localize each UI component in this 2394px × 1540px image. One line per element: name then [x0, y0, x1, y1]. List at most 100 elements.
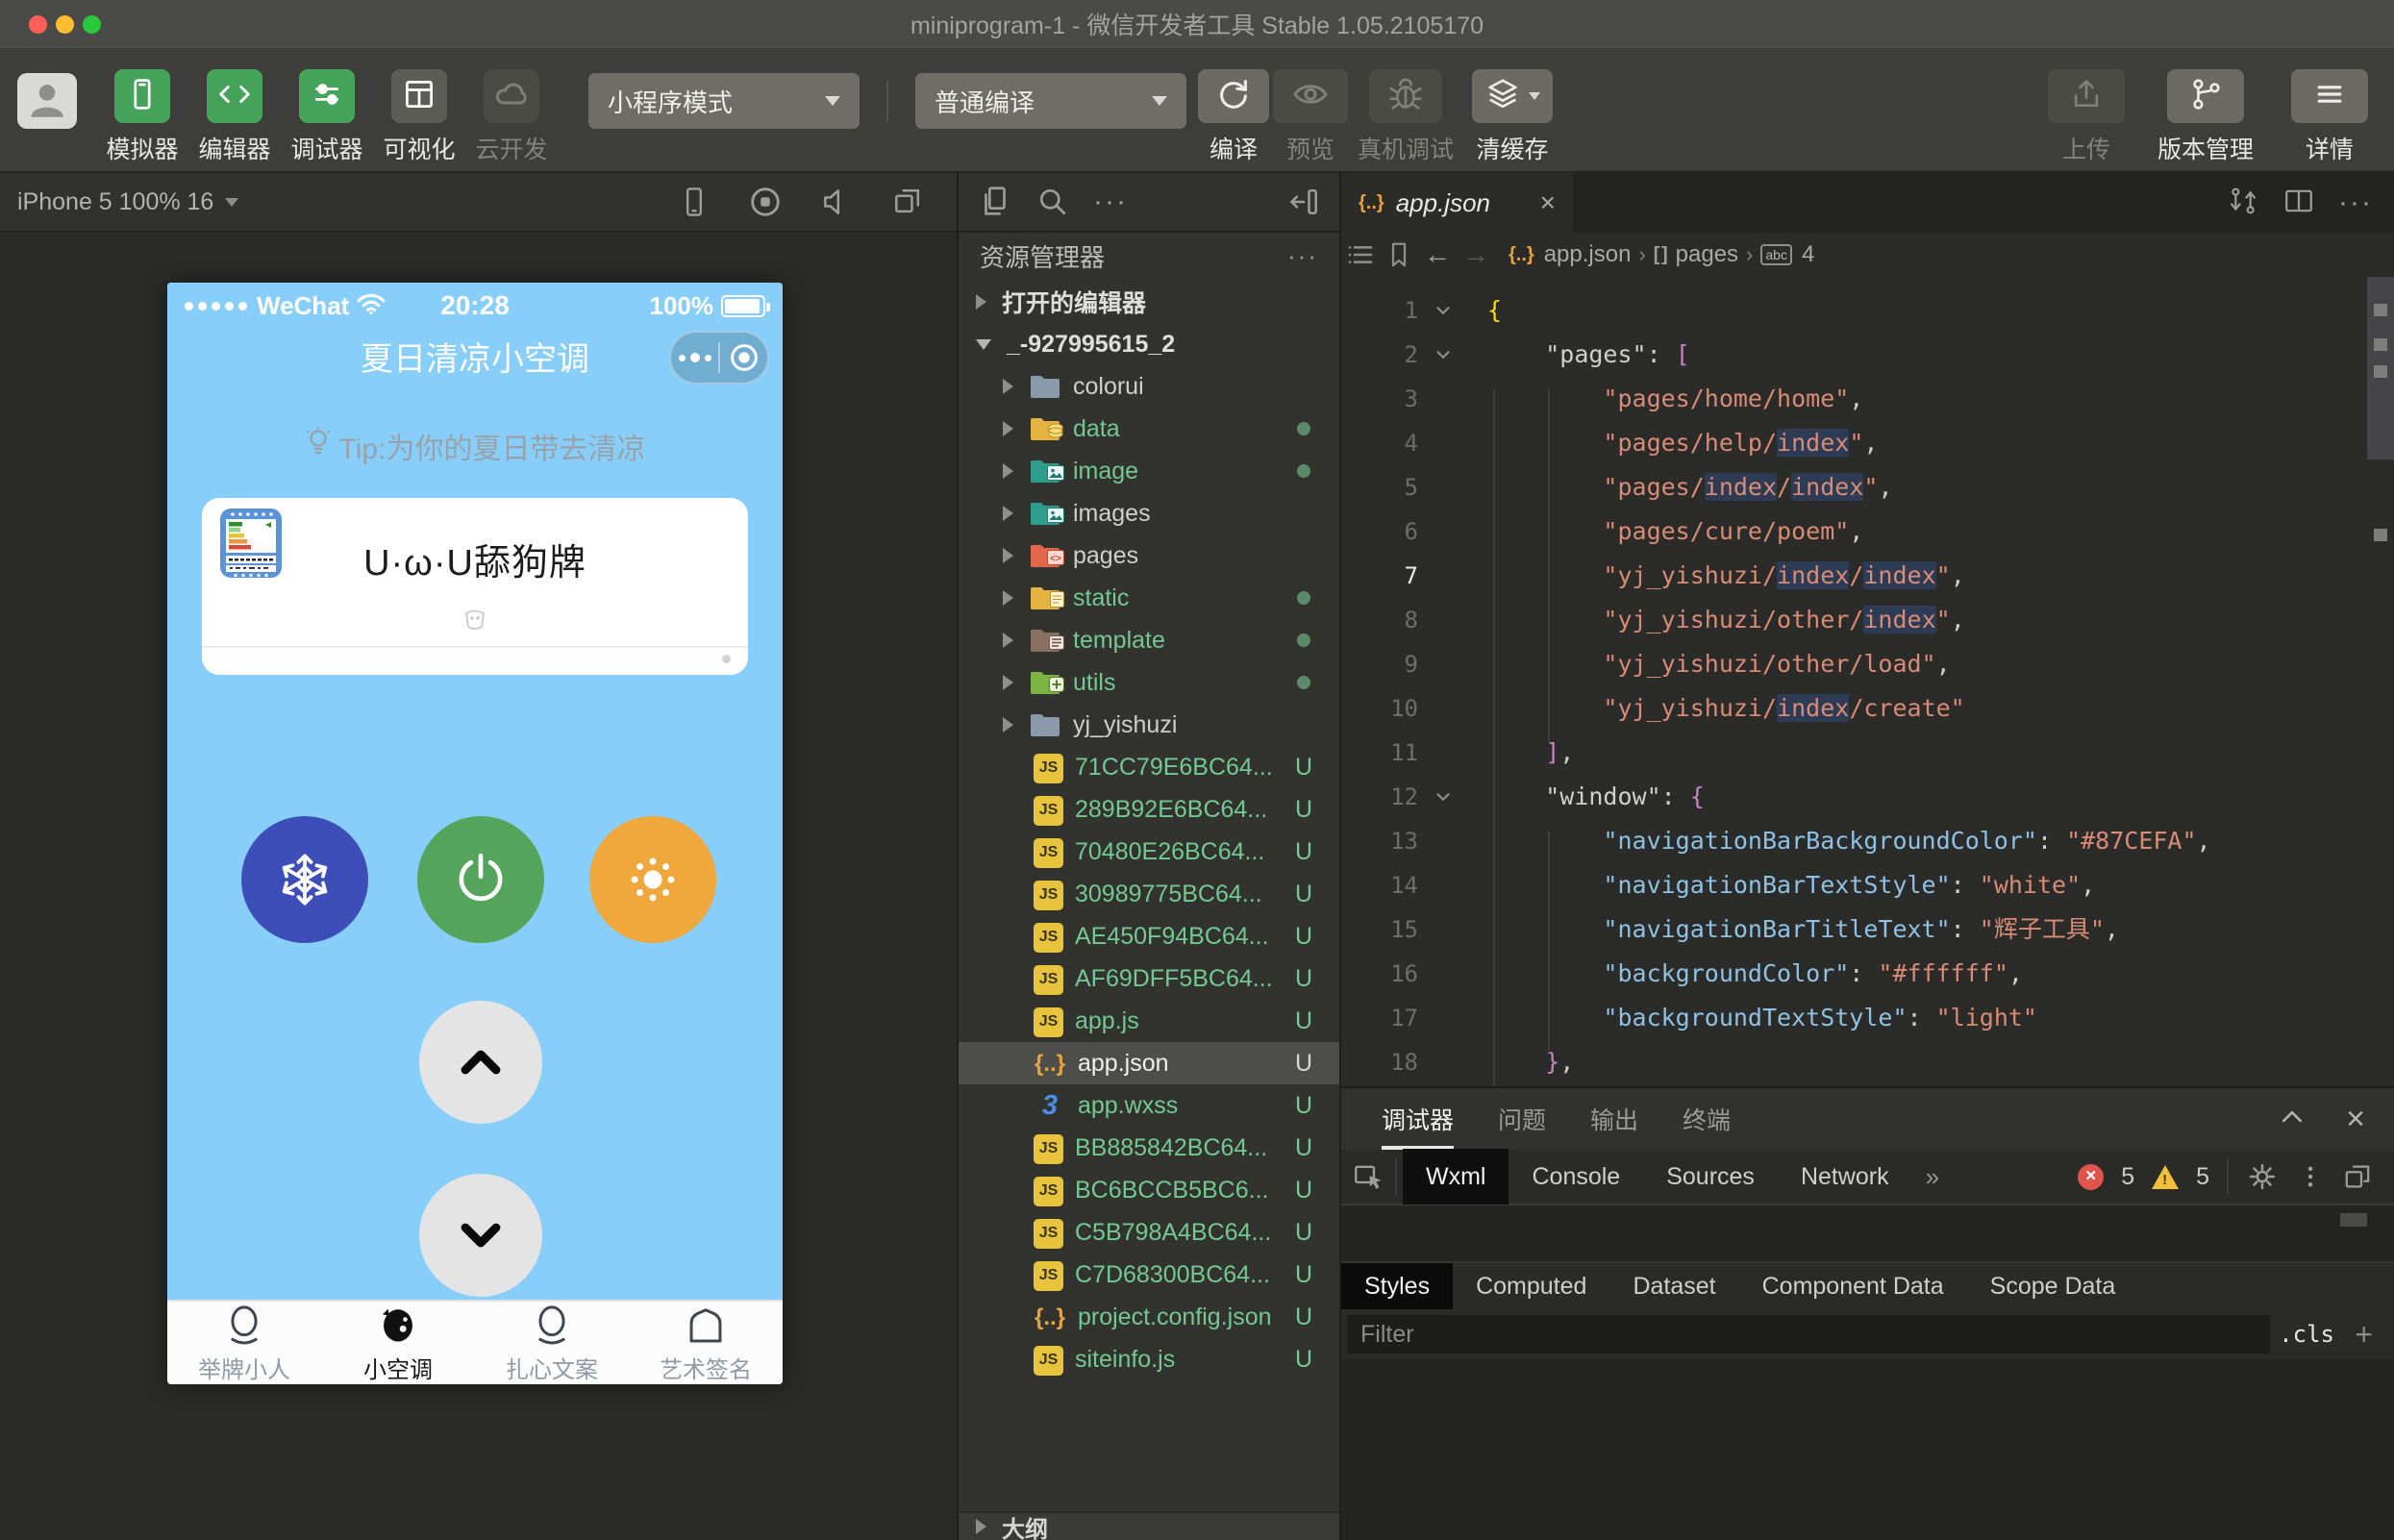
tree-item-70480E26BC64...[interactable]: JS70480E26BC64...U — [959, 831, 1339, 873]
tree-item-app.js[interactable]: JSapp.jsU — [959, 1000, 1339, 1042]
minimize-window-button[interactable] — [56, 15, 74, 34]
code-line-2[interactable]: 2 "pages": [ — [1341, 333, 2394, 377]
navigate-back-icon[interactable]: ← — [1418, 239, 1457, 270]
capsule-more-button[interactable] — [671, 353, 718, 362]
compare-changes-icon[interactable] — [2227, 185, 2259, 222]
styles-tab-dataset[interactable]: Dataset — [1609, 1263, 1738, 1309]
code-line-1[interactable]: 1{ — [1341, 288, 2394, 333]
explorer-more-icon[interactable]: ··· — [1287, 241, 1318, 271]
tree-item-images[interactable]: images — [959, 492, 1339, 534]
cool-button[interactable] — [241, 816, 368, 943]
clear-cache-button[interactable]: 清缓存 — [1459, 69, 1565, 165]
tree-section-_-927995615_2[interactable]: _-927995615_2 — [959, 323, 1339, 365]
tree-item-C7D68300BC64...[interactable]: JSC7D68300BC64...U — [959, 1254, 1339, 1296]
breadcrumb-file[interactable]: app.json — [1544, 241, 1632, 268]
cls-button[interactable]: .cls — [2279, 1321, 2334, 1348]
tree-item-yj_yishuzi[interactable]: yj_yishuzi — [959, 704, 1339, 746]
undock-icon[interactable] — [2342, 1161, 2373, 1192]
tree-item-BC6BCCB5BC6...[interactable]: JSBC6BCCB5BC6...U — [959, 1169, 1339, 1211]
code-line-17[interactable]: 17 "backgroundTextStyle": "light" — [1341, 996, 2394, 1040]
compile-button[interactable]: 编译 — [1198, 69, 1269, 165]
debugger-tab-输出[interactable]: 输出 — [1590, 1088, 1638, 1150]
details-button[interactable]: 详情 — [2283, 69, 2376, 165]
power-button[interactable] — [417, 816, 544, 943]
outline-section[interactable]: 大纲 — [959, 1511, 1339, 1540]
tree-item-AF69DFF5BC64...[interactable]: JSAF69DFF5BC64...U — [959, 957, 1339, 1000]
phone-tab-小空调[interactable]: 小空调 — [321, 1302, 475, 1384]
styles-tab-scope-data[interactable]: Scope Data — [1967, 1263, 2139, 1309]
remote-card[interactable]: U·ω·U舔狗牌 — [202, 498, 748, 675]
fold-chevron-icon[interactable] — [1426, 333, 1460, 377]
code-line-6[interactable]: 6 "pages/cure/poem", — [1341, 509, 2394, 554]
temp-down-button[interactable] — [419, 1174, 542, 1297]
code-line-13[interactable]: 13 "navigationBarBackgroundColor": "#87C… — [1341, 819, 2394, 863]
close-window-button[interactable] — [29, 15, 47, 34]
editor-scrollbar[interactable] — [2367, 277, 2394, 1086]
devtools-settings-icon[interactable] — [2246, 1160, 2279, 1193]
filter-input[interactable] — [1347, 1315, 2270, 1354]
error-count[interactable]: 5 — [2121, 1163, 2134, 1191]
heat-button[interactable] — [589, 816, 716, 943]
upload-button[interactable]: 上传 — [2045, 69, 2128, 165]
editor-button[interactable]: 编辑器 — [188, 69, 281, 165]
debugger-tab-问题[interactable]: 问题 — [1498, 1088, 1546, 1150]
navigate-forward-icon[interactable]: → — [1457, 239, 1495, 270]
code-line-8[interactable]: 8 "yj_yishuzi/other/index", — [1341, 598, 2394, 642]
tree-item-project.config.json[interactable]: {..}project.config.jsonU — [959, 1296, 1339, 1338]
capsule-exit-button[interactable] — [720, 339, 767, 376]
preview-button[interactable]: 预览 — [1269, 69, 1352, 165]
split-editor-icon[interactable] — [2282, 185, 2315, 222]
tree-item-289B92E6BC64...[interactable]: JS289B92E6BC64...U — [959, 788, 1339, 831]
collapse-panel-icon[interactable] — [2277, 1102, 2307, 1137]
code-editor[interactable]: 1{2 "pages": [3 "pages/home/home",4 "pag… — [1341, 277, 2394, 1086]
tree-item-utils[interactable]: utils — [959, 661, 1339, 704]
styles-tab-computed[interactable]: Computed — [1453, 1263, 1609, 1309]
simulator-button[interactable]: 模拟器 — [96, 69, 188, 165]
tree-item-app.wxss[interactable]: 3app.wxssU — [959, 1084, 1339, 1127]
tree-item-siteinfo.js[interactable]: JSsiteinfo.jsU — [959, 1338, 1339, 1380]
temp-up-button[interactable] — [419, 1001, 542, 1124]
close-tab-icon[interactable]: × — [1540, 187, 1556, 218]
styles-tab-styles[interactable]: Styles — [1341, 1263, 1453, 1309]
debugger-tab-调试器[interactable]: 调试器 — [1382, 1088, 1454, 1150]
multi-window-icon[interactable] — [885, 180, 930, 224]
tree-item-app.json[interactable]: {..}app.jsonU — [959, 1042, 1339, 1084]
maximize-window-button[interactable] — [83, 15, 101, 34]
tree-item-image[interactable]: image — [959, 450, 1339, 492]
code-line-9[interactable]: 9 "yj_yishuzi/other/load", — [1341, 642, 2394, 686]
breadcrumb-node[interactable]: pages — [1676, 241, 1738, 268]
debugger-button[interactable]: 调试器 — [281, 69, 373, 165]
phone-tab-艺术签名[interactable]: 艺术签名 — [629, 1302, 783, 1384]
code-line-4[interactable]: 4 "pages/help/index", — [1341, 421, 2394, 465]
inspect-element-icon[interactable] — [1341, 1160, 1395, 1193]
tree-item-data[interactable]: data — [959, 408, 1339, 450]
version-control-button[interactable]: 版本管理 — [2149, 69, 2262, 165]
visualization-button[interactable]: 可视化 — [373, 69, 465, 165]
code-line-14[interactable]: 14 "navigationBarTextStyle": "white", — [1341, 863, 2394, 907]
mute-icon[interactable] — [814, 180, 859, 224]
tree-item-C5B798A4BC64...[interactable]: JSC5B798A4BC64...U — [959, 1211, 1339, 1254]
tab-app-json[interactable]: {..} app.json × — [1341, 173, 1573, 233]
breadcrumb-index[interactable]: 4 — [1802, 241, 1814, 268]
code-line-16[interactable]: 16 "backgroundColor": "#ffffff", — [1341, 952, 2394, 996]
tree-item-30989775BC64...[interactable]: JS30989775BC64...U — [959, 873, 1339, 915]
phone-tab-扎心文案[interactable]: 扎心文案 — [475, 1302, 629, 1384]
tree-item-colorui[interactable]: colorui — [959, 365, 1339, 408]
devtools-tab-sources[interactable]: Sources — [1643, 1149, 1778, 1205]
devtools-tab-network[interactable]: Network — [1778, 1149, 1912, 1205]
add-style-icon[interactable]: + — [2355, 1317, 2373, 1353]
collapse-sidebar-icon[interactable] — [1284, 181, 1326, 223]
code-line-7[interactable]: 7 "yj_yishuzi/index/index", — [1341, 554, 2394, 598]
devtools-tab-wxml[interactable]: Wxml — [1403, 1149, 1509, 1205]
wxml-tree-area[interactable] — [1341, 1205, 2394, 1263]
warning-count[interactable]: 5 — [2196, 1163, 2209, 1191]
devtools-tab-console[interactable]: Console — [1509, 1149, 1643, 1205]
tree-section-打开的编辑器[interactable]: 打开的编辑器 — [959, 281, 1339, 323]
record-icon[interactable] — [743, 180, 787, 224]
code-line-3[interactable]: 3 "pages/home/home", — [1341, 377, 2394, 421]
tree-item-71CC79E6BC64...[interactable]: JS71CC79E6BC64...U — [959, 746, 1339, 788]
devtools-menu-icon[interactable] — [2296, 1162, 2325, 1191]
compile-mode-select[interactable]: 普通编译 — [915, 73, 1186, 129]
code-line-10[interactable]: 10 "yj_yishuzi/index/create" — [1341, 686, 2394, 731]
more-actions-icon[interactable]: ··· — [1089, 181, 1132, 223]
